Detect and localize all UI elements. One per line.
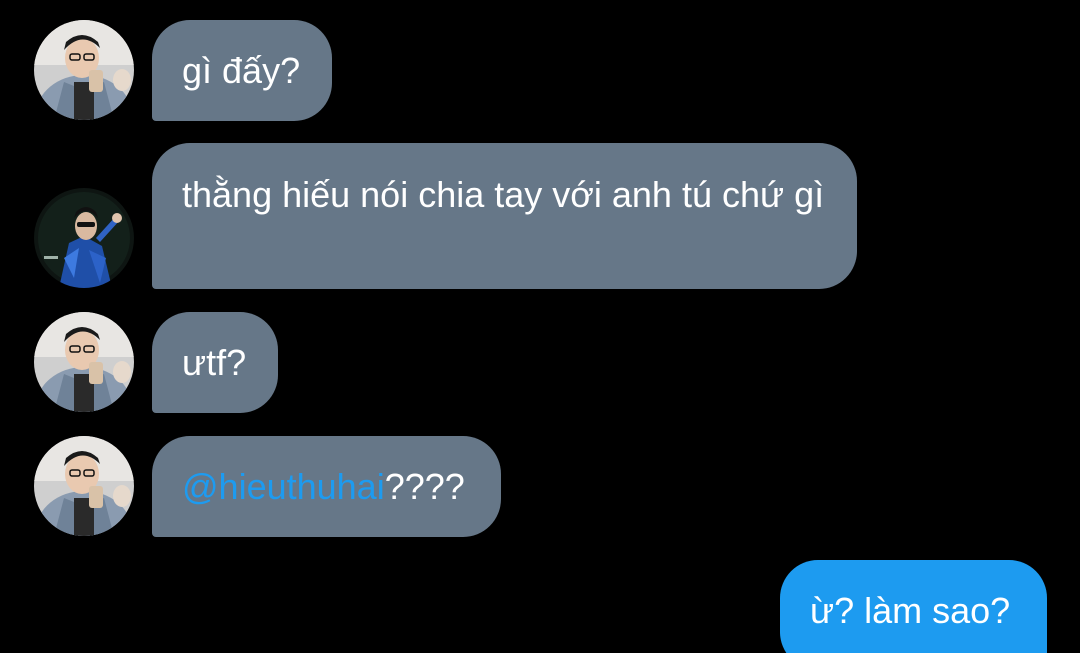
message-bubble-incoming[interactable]: ưtf? bbox=[152, 312, 278, 413]
sender-avatar[interactable] bbox=[34, 188, 134, 288]
message-text: ưtf? bbox=[182, 342, 247, 383]
sender-avatar[interactable] bbox=[34, 312, 134, 412]
message-text: ???? bbox=[384, 466, 465, 507]
sender-avatar[interactable] bbox=[34, 20, 134, 120]
chat-thread: gì đấy? thằng hiếu nói chia tay với anh … bbox=[0, 0, 1080, 653]
message-text: ừ? làm sao? bbox=[810, 590, 1011, 631]
sender-avatar[interactable] bbox=[34, 436, 134, 536]
message-bubble-outgoing[interactable]: ừ? làm sao? bbox=[780, 560, 1047, 653]
message-bubble-incoming[interactable]: gì đấy? bbox=[152, 20, 332, 121]
message-text: gì đấy? bbox=[182, 50, 301, 91]
message-text: thằng hiếu nói chia tay với anh tú chứ g… bbox=[182, 174, 825, 215]
message-bubble-incoming[interactable]: @hieuthuhai???? bbox=[152, 436, 501, 537]
mention-link[interactable]: @hieuthuhai bbox=[182, 466, 385, 507]
message-bubble-incoming[interactable]: thằng hiếu nói chia tay với anh tú chứ g… bbox=[152, 143, 857, 289]
